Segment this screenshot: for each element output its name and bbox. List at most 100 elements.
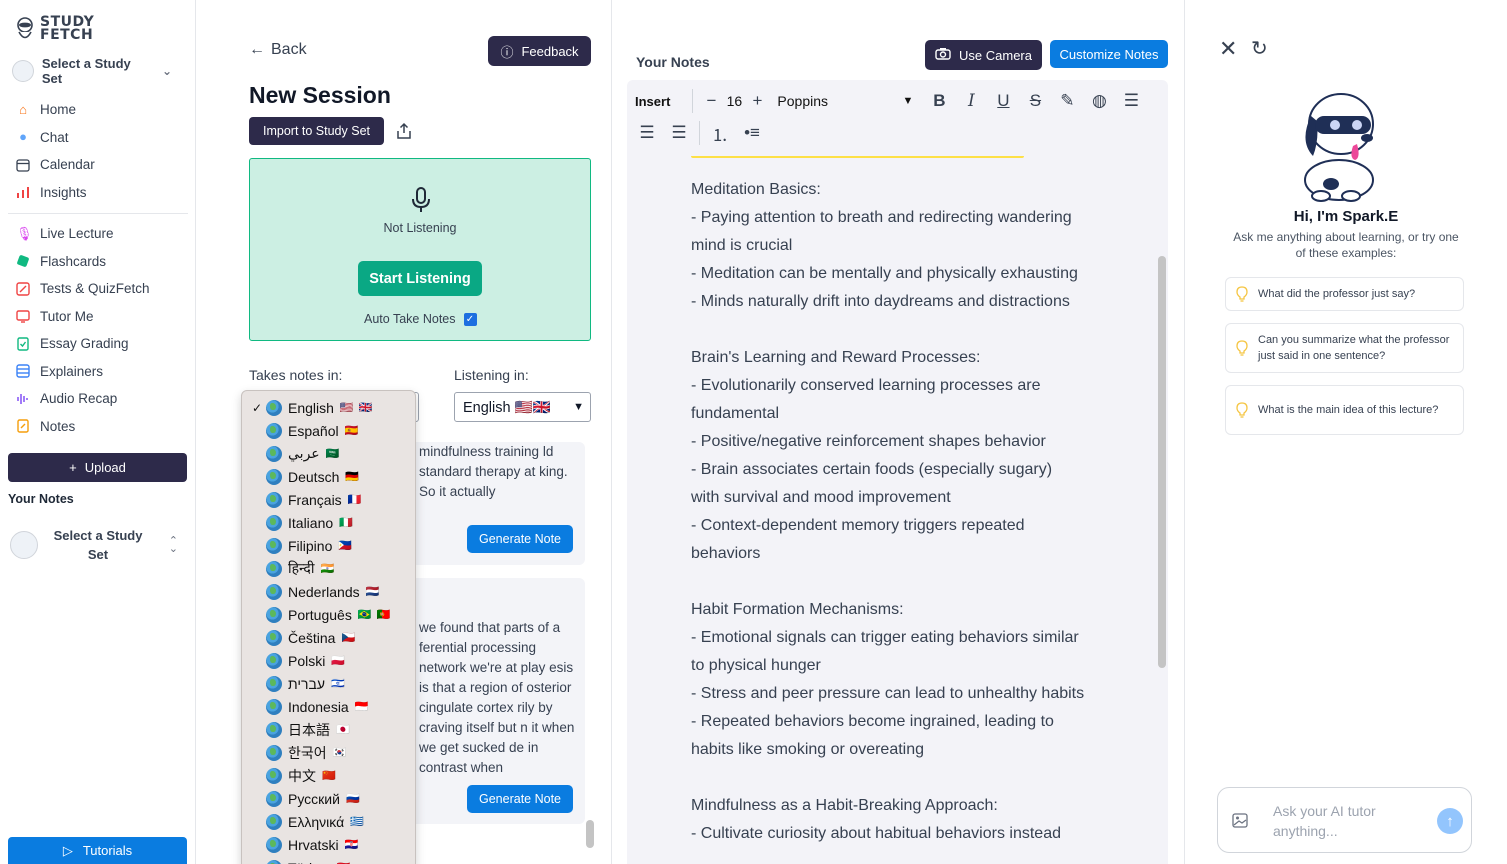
notes-content[interactable]: Meditation Basics: - Paying attention to … bbox=[691, 156, 1151, 864]
sidebar-item-tests-quizfetch[interactable]: Tests & QuizFetch bbox=[16, 275, 186, 303]
sidebar-item-label: Audio Recap bbox=[40, 391, 118, 407]
editor-scrollbar[interactable] bbox=[1158, 256, 1166, 668]
assistant-title: Hi, I'm Spark.E bbox=[1293, 208, 1399, 225]
language-option[interactable]: Español 🇪🇸 bbox=[242, 419, 415, 442]
note-line: - Context-dependent memory triggers repe… bbox=[691, 517, 1025, 534]
back-link[interactable]: ← Back bbox=[249, 41, 307, 59]
language-option[interactable]: Filipino 🇵🇭 bbox=[242, 534, 415, 557]
language-option[interactable]: ✓ English 🇺🇸 🇬🇧 bbox=[242, 396, 415, 419]
globe-icon bbox=[266, 399, 282, 416]
start-listening-button[interactable]: Start Listening bbox=[358, 261, 482, 296]
sidebar-item-home[interactable]: ⌂ Home bbox=[16, 96, 186, 124]
sidebar: STUDY FETCH Select a Study Set ⌄ ⌂ Home … bbox=[0, 0, 196, 864]
flag-icon: 🇨🇳 bbox=[322, 770, 337, 782]
language-dropdown[interactable]: ✓ English 🇺🇸 🇬🇧 Español 🇪🇸 عربي 🇸🇦 Deutsch 🇩🇪 Fra… bbox=[241, 390, 416, 864]
align-center-icon[interactable]: ☰ bbox=[631, 119, 663, 147]
italic-icon[interactable]: I bbox=[955, 87, 987, 115]
font-family-select[interactable]: Poppins ▼ bbox=[767, 88, 923, 114]
language-option[interactable]: Português 🇧🇷 🇵🇹 bbox=[242, 603, 415, 626]
language-option-label: עברית bbox=[288, 675, 326, 692]
suggestion-chip[interactable]: What is the main idea of this lecture? bbox=[1225, 385, 1464, 435]
language-option-label: Filipino bbox=[288, 537, 333, 554]
language-option[interactable]: 한국어 🇰🇷 bbox=[242, 741, 415, 764]
flag-icon: 🇮🇹 bbox=[339, 517, 354, 529]
sidebar-item-chat[interactable]: ● Chat bbox=[16, 124, 186, 152]
feedback-button[interactable]: ⓘ Feedback bbox=[488, 36, 591, 66]
language-option[interactable]: 中文 🇨🇳 bbox=[242, 764, 415, 787]
language-option-label: 한국어 bbox=[288, 744, 327, 761]
insert-menu[interactable]: Insert bbox=[635, 94, 670, 109]
language-option[interactable]: Nederlands 🇳🇱 bbox=[242, 580, 415, 603]
language-option[interactable]: 日本語 🇯🇵 bbox=[242, 718, 415, 741]
language-option[interactable]: Italiano 🇮🇹 bbox=[242, 511, 415, 534]
underline-icon[interactable]: U bbox=[987, 87, 1019, 115]
sidebar-item-calendar[interactable]: Calendar bbox=[16, 151, 186, 179]
listening-in-select[interactable]: English 🇺🇸🇬🇧 ▼ bbox=[454, 392, 591, 422]
sidebar-item-tutor-me[interactable]: Tutor Me bbox=[16, 303, 186, 331]
suggestion-chip[interactable]: What did the professor just say? bbox=[1225, 277, 1464, 311]
note-line: - Emotional signals can trigger eating b… bbox=[691, 629, 1079, 646]
use-camera-button[interactable]: Use Camera bbox=[925, 40, 1042, 70]
listening-in-value: English 🇺🇸🇬🇧 bbox=[463, 399, 551, 416]
generate-note-button[interactable]: Generate Note bbox=[467, 525, 573, 553]
align-right-icon[interactable]: ☰ bbox=[663, 119, 695, 147]
import-to-study-set-button[interactable]: Import to Study Set bbox=[249, 117, 384, 145]
suggestion-chip[interactable]: Can you summarize what the professor jus… bbox=[1225, 323, 1464, 373]
language-option[interactable]: Русский 🇷🇺 bbox=[242, 787, 415, 810]
tutorials-button[interactable]: ▷ Tutorials bbox=[8, 837, 187, 864]
language-option-label: Русский bbox=[288, 790, 340, 807]
study-set-avatar bbox=[12, 60, 34, 82]
upload-button[interactable]: + Upload bbox=[8, 453, 187, 482]
ordered-list-icon[interactable]: ⒈ bbox=[704, 119, 736, 147]
sidebar-item-insights[interactable]: Insights bbox=[16, 179, 186, 207]
session-scrollbar[interactable] bbox=[586, 820, 594, 848]
language-option-label: Čeština bbox=[288, 629, 336, 646]
sidebar-item-explainers[interactable]: Explainers bbox=[16, 358, 186, 386]
highlighter-icon[interactable]: ✎ bbox=[1051, 87, 1083, 115]
language-option[interactable]: Deutsch 🇩🇪 bbox=[242, 465, 415, 488]
flag-icon: 🇵🇱 bbox=[331, 655, 347, 667]
refresh-icon[interactable]: ↻ bbox=[1251, 36, 1268, 61]
send-button[interactable]: ↑ bbox=[1437, 808, 1463, 834]
auto-take-notes-checkbox[interactable]: ✓ bbox=[463, 312, 477, 326]
chevron-down-icon: ▼ bbox=[573, 401, 584, 413]
language-option[interactable]: Hrvatski 🇭🇷 bbox=[242, 833, 415, 856]
font-size-value[interactable]: 16 bbox=[721, 93, 747, 109]
language-option[interactable]: Türkçe🇹🇷 bbox=[242, 856, 415, 864]
study-set-selector[interactable]: Select a Study Set ⌄ bbox=[12, 56, 184, 86]
minus-icon[interactable]: − bbox=[701, 87, 721, 115]
language-option[interactable]: Ελληνικά 🇬🇷 bbox=[242, 810, 415, 833]
bullet-list-icon[interactable]: •≡ bbox=[736, 119, 768, 147]
language-option[interactable]: Français 🇫🇷 bbox=[242, 488, 415, 511]
language-option[interactable]: Indonesia 🇮🇩 bbox=[242, 695, 415, 718]
align-left-icon[interactable]: ☰ bbox=[1115, 87, 1147, 115]
sidebar-item-flashcards[interactable]: Flashcards bbox=[16, 248, 186, 276]
sidebar-item-live-lecture[interactable]: 🎙 Live Lecture bbox=[16, 220, 186, 248]
ai-chat-input[interactable]: Ask your AI tutor anything... ↑ bbox=[1217, 787, 1472, 853]
close-icon[interactable]: ✕ bbox=[1219, 36, 1237, 62]
sidebar-item-essay-grading[interactable]: Essay Grading bbox=[16, 330, 186, 358]
plus-icon[interactable]: + bbox=[747, 87, 767, 115]
auto-take-notes-toggle[interactable]: Auto Take Notes ✓ bbox=[364, 312, 477, 326]
language-option[interactable]: عربي 🇸🇦 bbox=[242, 442, 415, 465]
sidebar-item-label: Notes bbox=[40, 418, 76, 434]
share-icon[interactable] bbox=[396, 122, 412, 140]
microphone-icon[interactable] bbox=[411, 187, 431, 213]
bold-icon[interactable]: B bbox=[923, 87, 955, 115]
customize-notes-button[interactable]: Customize Notes bbox=[1050, 40, 1168, 68]
study-set-card[interactable]: Select a Study Set ⌃ ⌄ bbox=[10, 522, 186, 568]
language-option[interactable]: हिन्दी 🇮🇳 bbox=[242, 557, 415, 580]
sidebar-item-audio-recap[interactable]: Audio Recap bbox=[16, 385, 186, 413]
language-option[interactable]: Polski 🇵🇱 bbox=[242, 649, 415, 672]
language-option[interactable]: Čeština 🇨🇿 bbox=[242, 626, 415, 649]
study-set-card-avatar bbox=[10, 531, 38, 559]
sidebar-item-notes[interactable]: Notes bbox=[16, 413, 186, 441]
ai-input-placeholder: Ask your AI tutor anything... bbox=[1273, 803, 1376, 839]
strikethrough-icon[interactable]: S bbox=[1019, 87, 1051, 115]
generate-note-button[interactable]: Generate Note bbox=[467, 785, 573, 813]
language-option[interactable]: עברית 🇮🇱 bbox=[242, 672, 415, 695]
palette-icon[interactable]: ◍ bbox=[1083, 87, 1115, 115]
studyfetch-logo[interactable]: STUDY FETCH bbox=[14, 15, 94, 42]
image-upload-icon[interactable] bbox=[1232, 813, 1248, 828]
globe-icon bbox=[266, 744, 282, 761]
